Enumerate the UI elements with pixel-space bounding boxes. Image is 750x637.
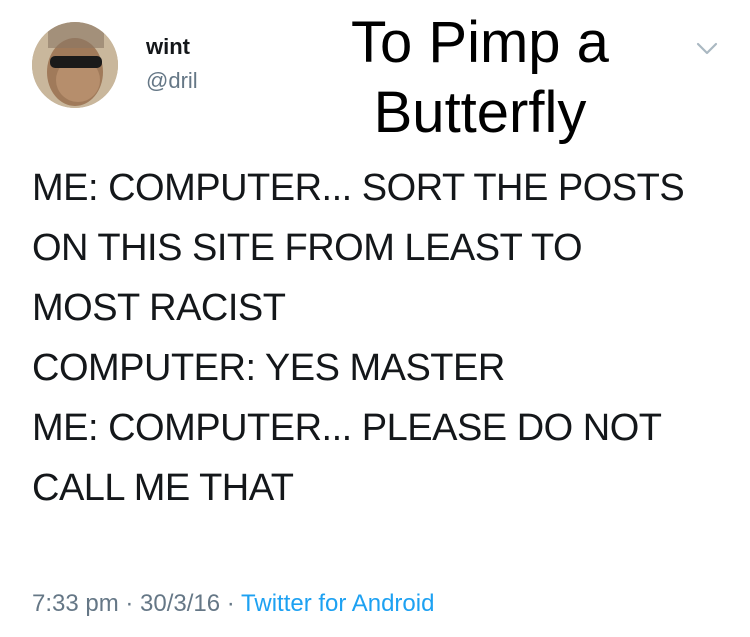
tweet-line: ME: COMPUTER... SORT THE POSTS: [32, 167, 685, 209]
tweet-meta: 7:33 pm · 30/3/16 · Twitter for Android: [32, 590, 434, 618]
chevron-down-icon[interactable]: [694, 38, 720, 60]
tweet-text: ME: COMPUTER... SORT THE POSTS ON THIS S…: [32, 158, 732, 518]
tweet-line: MOST RACIST: [32, 287, 286, 329]
separator: ·: [118, 590, 141, 617]
tweet-time[interactable]: 7:33 pm: [32, 590, 119, 617]
caption-line: Butterfly: [373, 80, 587, 145]
author-name[interactable]: wint: [146, 34, 190, 60]
tweet-line: ON THIS SITE FROM LEAST TO: [32, 227, 583, 269]
tweet-source-link[interactable]: Twitter for Android: [241, 590, 434, 617]
avatar-image: [32, 22, 118, 108]
caption-line: To Pimp a: [351, 10, 609, 75]
tweet-line: ME: COMPUTER... PLEASE DO NOT: [32, 407, 662, 449]
tweet-line: COMPUTER: YES MASTER: [32, 347, 505, 389]
avatar[interactable]: [32, 22, 118, 108]
author-handle[interactable]: @dril: [146, 68, 198, 94]
separator: ·: [220, 590, 242, 617]
image-caption: To Pimp a Butterfly: [300, 8, 660, 148]
tweet-line: CALL ME THAT: [32, 467, 294, 509]
tweet-date[interactable]: 30/3/16: [140, 590, 220, 617]
